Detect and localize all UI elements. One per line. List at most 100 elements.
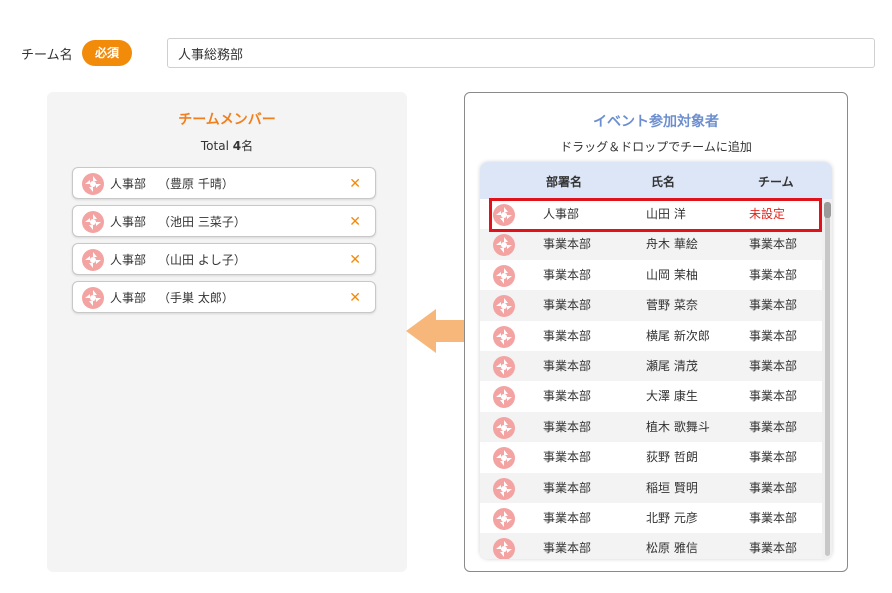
table-row[interactable]: 事業本部 瀬尾 清茂 事業本部 xyxy=(480,350,822,382)
row-name: 瀬尾 清茂 xyxy=(646,358,698,373)
row-dept: 事業本部 xyxy=(543,389,592,404)
row-team: 事業本部 xyxy=(749,267,798,282)
avatar-icon xyxy=(82,173,104,195)
avatar-icon xyxy=(493,386,515,409)
avatar-icon xyxy=(82,287,104,309)
avatar-icon xyxy=(82,211,104,233)
member-label: 人事部 （山田 よし子） xyxy=(110,244,246,276)
row-dept: 事業本部 xyxy=(543,358,592,373)
total-count: 4 xyxy=(232,139,242,153)
avatar-icon xyxy=(493,477,515,500)
avatar-icon xyxy=(493,234,515,257)
avatar-icon xyxy=(493,355,515,378)
column-header-team: チーム xyxy=(758,175,794,189)
member-dept: 人事部 xyxy=(110,215,147,229)
row-team: 事業本部 xyxy=(749,510,798,525)
row-team: 事業本部 xyxy=(749,541,798,556)
row-dept: 事業本部 xyxy=(543,328,592,343)
table-row[interactable]: 人事部 山田 洋 未設定 xyxy=(480,199,822,229)
arrow-left-icon xyxy=(406,309,466,353)
row-dept: 事業本部 xyxy=(543,480,592,495)
row-name: 菅野 菜奈 xyxy=(646,298,698,313)
row-name: 植木 歌舞斗 xyxy=(646,419,710,434)
avatar-icon xyxy=(493,295,515,318)
team-name-row: チーム名 必須 xyxy=(0,0,892,90)
row-dept: 事業本部 xyxy=(543,298,592,313)
event-targets-title: イベント参加対象者 xyxy=(593,114,719,130)
row-dept: 事業本部 xyxy=(543,510,592,525)
member-label: 人事部 （手巣 太郎） xyxy=(110,282,234,314)
row-name: 山岡 茉柚 xyxy=(646,267,698,282)
member-list: 人事部 （豊原 千晴） ✕ 人事部 （池田 三菜子） ✕ 人事部 （山田 よし子） ✕ 人事部 （手… xyxy=(72,167,376,319)
row-name: 大澤 康生 xyxy=(646,389,698,404)
row-dept: 人事部 xyxy=(543,207,580,221)
row-team: 事業本部 xyxy=(749,450,798,465)
avatar-icon xyxy=(493,416,515,439)
row-team: 未設定 xyxy=(749,207,786,221)
row-team: 事業本部 xyxy=(749,480,798,495)
avatar-icon xyxy=(493,538,515,559)
table-row[interactable]: 事業本部 舟木 華絵 事業本部 xyxy=(480,229,822,260)
avatar-icon xyxy=(493,447,515,470)
table-row[interactable]: 事業本部 稲垣 賢明 事業本部 xyxy=(480,472,822,503)
row-team: 事業本部 xyxy=(749,298,798,313)
member-dept: 人事部 xyxy=(110,291,147,305)
column-header-name: 氏名 xyxy=(651,175,676,189)
total-suffix: 名 xyxy=(241,139,254,153)
table-row[interactable]: 事業本部 北野 元彦 事業本部 xyxy=(480,503,822,533)
member-label: 人事部 （豊原 千晴） xyxy=(110,168,234,200)
avatar-icon xyxy=(82,249,104,271)
team-name-label: チーム名 xyxy=(21,48,73,63)
row-team: 事業本部 xyxy=(749,389,798,404)
row-name: 舟木 華絵 xyxy=(646,237,698,252)
table-row[interactable]: 事業本部 大澤 康生 事業本部 xyxy=(480,381,822,411)
table-row[interactable]: 事業本部 荻野 哲朗 事業本部 xyxy=(480,442,822,472)
table-body: 人事部 山田 洋未設定 事業本部 舟木 華絵 事業本部 事業本部 山岡 茉柚 事業本部 事業本部… xyxy=(480,199,822,559)
close-icon[interactable]: ✕ xyxy=(349,168,361,200)
member-card[interactable]: 人事部 （手巣 太郎） ✕ xyxy=(72,281,376,313)
total-prefix: Total xyxy=(200,139,233,153)
row-team: 事業本部 xyxy=(749,237,798,252)
member-label: 人事部 （池田 三菜子） xyxy=(110,206,246,238)
avatar-icon xyxy=(493,204,515,226)
table-row[interactable]: 事業本部 横尾 新次郎 事業本部 xyxy=(480,321,822,351)
member-card[interactable]: 人事部 （池田 三菜子） ✕ xyxy=(72,205,376,237)
scrollbar-handle[interactable] xyxy=(824,202,831,218)
member-name: （豊原 千晴） xyxy=(158,177,234,191)
targets-table: 部署名 氏名 チーム 人事部 山田 洋未設定 事業本部 舟木 華絵 事業本部 事業本部 山岡… xyxy=(480,162,832,559)
row-name: 北野 元彦 xyxy=(646,510,698,525)
close-icon[interactable]: ✕ xyxy=(349,282,361,314)
row-name: 松原 雅信 xyxy=(646,541,698,556)
table-row[interactable]: 事業本部 松原 雅信 事業本部 xyxy=(480,533,822,559)
row-name: 横尾 新次郎 xyxy=(646,328,710,343)
required-badge: 必須 xyxy=(82,40,132,66)
avatar-icon xyxy=(493,325,515,348)
member-dept: 人事部 xyxy=(110,253,147,267)
member-dept: 人事部 xyxy=(110,177,147,191)
event-targets-panel: イベント参加対象者 ドラッグ＆ドロップでチームに追加 部署名 氏名 チーム 人事… xyxy=(464,92,848,572)
column-header-dept: 部署名 xyxy=(546,175,583,189)
avatar-icon xyxy=(493,264,515,287)
table-row[interactable]: 事業本部 植木 歌舞斗 事業本部 xyxy=(480,411,822,443)
team-members-title: チームメンバー xyxy=(178,112,276,128)
team-members-panel: チームメンバー Total 4名 人事部 （豊原 千晴） ✕ 人事部 （池田 三菜子） ✕… xyxy=(47,92,407,572)
row-dept: 事業本部 xyxy=(543,541,592,556)
row-dept: 事業本部 xyxy=(543,419,592,434)
close-icon[interactable]: ✕ xyxy=(349,206,361,238)
close-icon[interactable]: ✕ xyxy=(349,244,361,276)
member-card[interactable]: 人事部 （豊原 千晴） ✕ xyxy=(72,167,376,199)
row-dept: 事業本部 xyxy=(543,237,592,252)
member-name: （手巣 太郎） xyxy=(158,291,234,305)
table-row[interactable]: 事業本部 山岡 茉柚 事業本部 xyxy=(480,260,822,290)
scrollbar-thumb[interactable] xyxy=(825,202,830,556)
row-name: 稲垣 賢明 xyxy=(646,480,698,495)
drag-drop-hint: ドラッグ＆ドロップでチームに追加 xyxy=(560,140,752,154)
avatar-icon xyxy=(493,507,515,530)
row-team: 事業本部 xyxy=(749,358,798,373)
row-name: 荻野 哲朗 xyxy=(646,450,698,465)
member-card[interactable]: 人事部 （山田 よし子） ✕ xyxy=(72,243,376,275)
row-team: 事業本部 xyxy=(749,328,798,343)
table-row[interactable]: 事業本部 菅野 菜奈 事業本部 xyxy=(480,290,822,321)
row-dept: 事業本部 xyxy=(543,267,592,282)
team-name-input[interactable] xyxy=(167,38,875,68)
